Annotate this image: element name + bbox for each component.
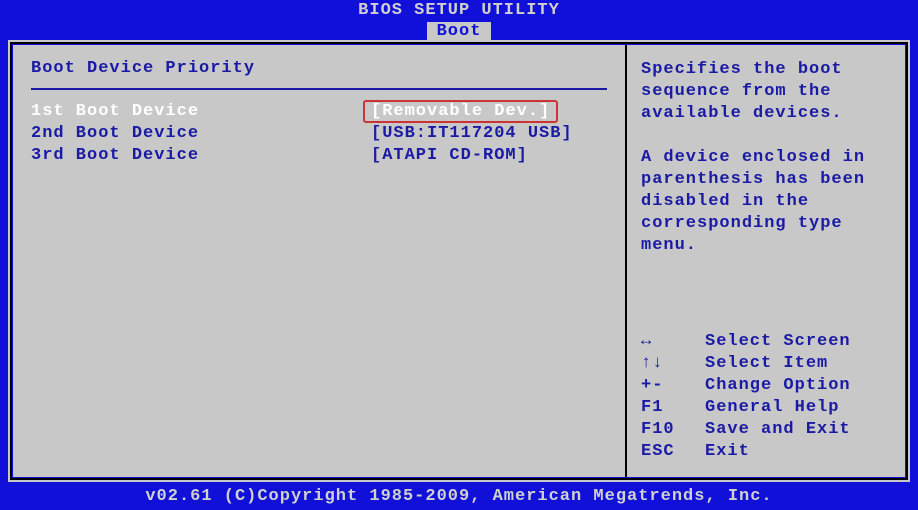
left-pane: Boot Device Priority 1st Boot Device [Re… [13, 45, 627, 477]
divider [31, 88, 607, 90]
key-plusminus: +- [641, 375, 705, 397]
key-esc: ESC [641, 441, 705, 463]
right-pane: Specifies the boot sequence from the ava… [627, 45, 905, 477]
bios-title: BIOS SETUP UTILITY [0, 0, 918, 22]
key-general-help: F1General Help [641, 397, 891, 419]
key-desc: Exit [705, 441, 750, 463]
boot-item-2[interactable]: 2nd Boot Device [USB:IT117204 USB] [31, 122, 607, 144]
key-f1: F1 [641, 397, 705, 419]
key-arrows-ud-icon: ↑↓ [641, 353, 705, 375]
key-desc: Select Item [705, 353, 828, 375]
key-desc: Save and Exit [705, 419, 851, 441]
key-legend: ↔Select Screen ↑↓Select Item +-Change Op… [641, 331, 891, 463]
key-arrows-lr-icon: ↔ [641, 331, 705, 353]
help-paragraph-2: A device enclosed in parenthesis has bee… [641, 147, 891, 257]
boot-item-1[interactable]: 1st Boot Device [Removable Dev.] [31, 100, 607, 122]
boot-item-2-value[interactable]: [USB:IT117204 USB] [371, 124, 573, 143]
tab-boot[interactable]: Boot [427, 22, 492, 42]
tab-bar: Boot [0, 22, 918, 42]
boot-item-1-label: 1st Boot Device [31, 102, 371, 121]
key-select-item: ↑↓Select Item [641, 353, 891, 375]
key-change-option: +-Change Option [641, 375, 891, 397]
boot-item-2-label: 2nd Boot Device [31, 124, 371, 143]
key-desc: General Help [705, 397, 839, 419]
section-title: Boot Device Priority [31, 59, 607, 88]
main-panel: Boot Device Priority 1st Boot Device [Re… [10, 42, 908, 480]
key-exit: ESCExit [641, 441, 891, 463]
key-desc: Select Screen [705, 331, 851, 353]
help-text: Specifies the boot sequence from the ava… [641, 59, 891, 257]
key-desc: Change Option [705, 375, 851, 397]
footer-copyright: v02.61 (C)Copyright 1985-2009, American … [0, 487, 918, 506]
boot-item-3-value[interactable]: [ATAPI CD-ROM] [371, 146, 528, 165]
key-f10: F10 [641, 419, 705, 441]
key-select-screen: ↔Select Screen [641, 331, 891, 353]
boot-item-3[interactable]: 3rd Boot Device [ATAPI CD-ROM] [31, 144, 607, 166]
key-save-exit: F10Save and Exit [641, 419, 891, 441]
help-paragraph-1: Specifies the boot sequence from the ava… [641, 59, 891, 125]
boot-item-1-value[interactable]: [Removable Dev.] [363, 100, 558, 123]
boot-item-3-label: 3rd Boot Device [31, 146, 371, 165]
